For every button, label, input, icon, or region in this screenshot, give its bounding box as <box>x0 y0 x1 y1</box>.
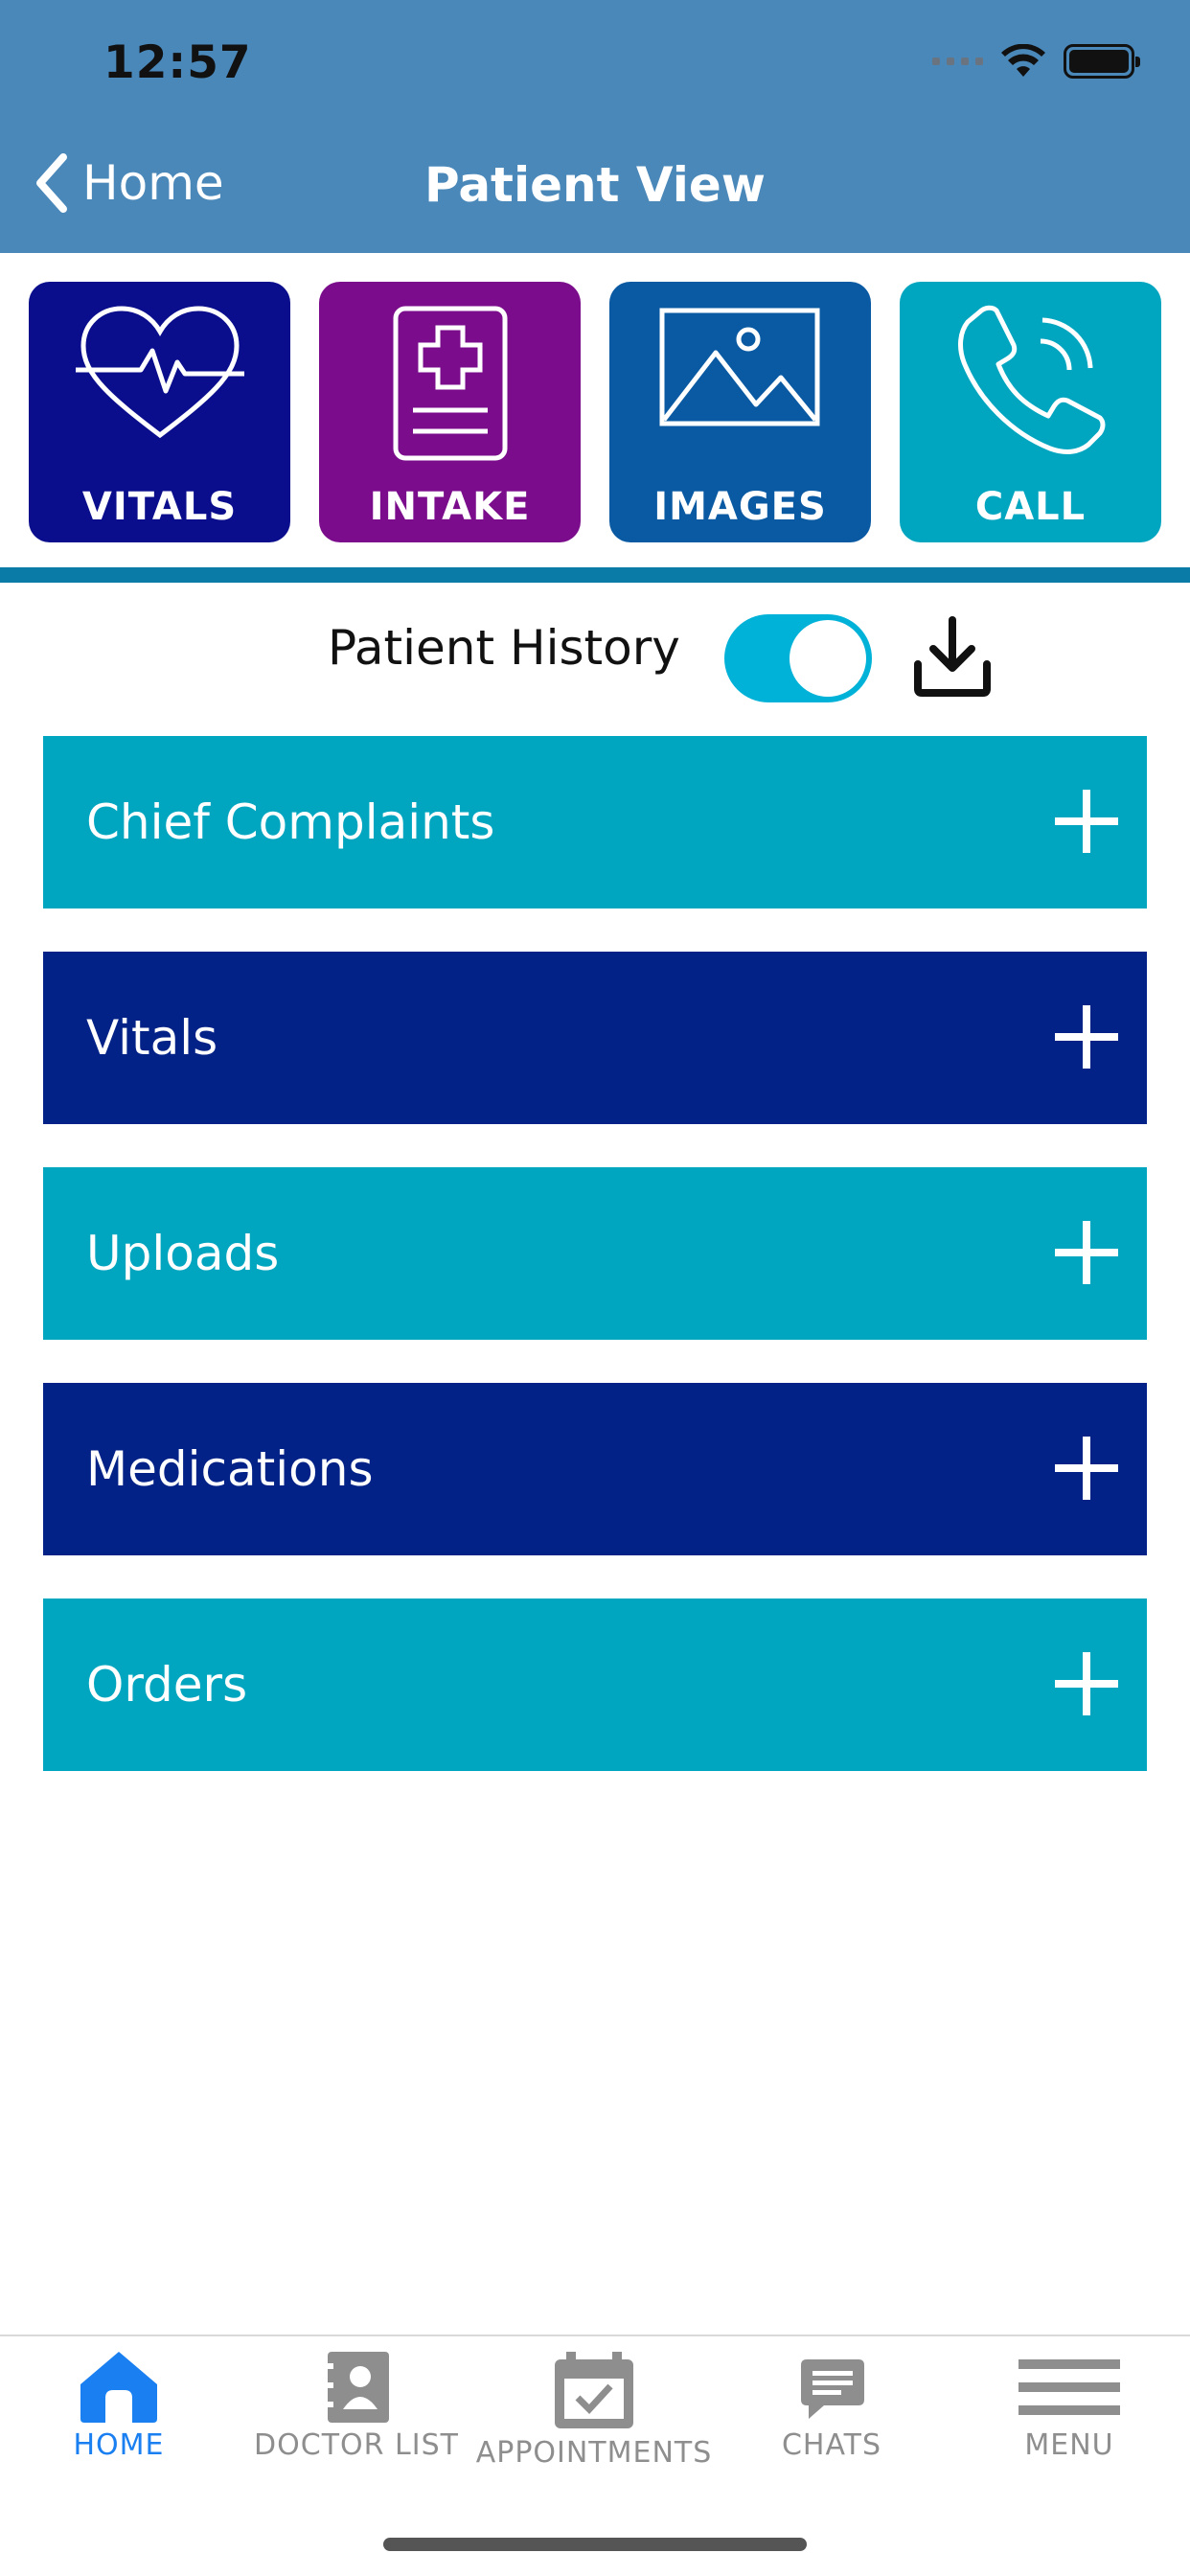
images-tile[interactable]: IMAGES <box>609 282 871 542</box>
tab-label: CHATS <box>781 2428 882 2462</box>
hamburger-menu-icon <box>1018 2359 1120 2415</box>
medical-form-icon <box>393 306 507 461</box>
chat-bubble-icon <box>801 2359 864 2419</box>
patient-history-row: Patient History <box>0 609 1190 704</box>
page-title: Patient View <box>424 157 766 213</box>
tab-label: APPOINTMENTS <box>475 2436 713 2470</box>
tab-doctor-list[interactable]: DOCTOR LIST <box>238 2350 475 2462</box>
plus-icon[interactable] <box>1055 1652 1118 1715</box>
section-label: Chief Complaints <box>86 794 495 850</box>
intake-tile[interactable]: INTAKE <box>319 282 581 542</box>
section-chief-complaints[interactable]: Chief Complaints <box>43 736 1147 908</box>
call-tile[interactable]: CALL <box>900 282 1161 542</box>
section-label: Medications <box>86 1441 374 1497</box>
section-divider <box>0 567 1190 583</box>
toggle-knob <box>790 620 866 697</box>
section-label: Vitals <box>86 1010 218 1066</box>
section-label: Uploads <box>86 1226 280 1281</box>
patient-view-screen: 12:57 Home Patient View VITALS INTAKE IM… <box>0 0 1190 2576</box>
plus-icon[interactable] <box>1055 1005 1118 1069</box>
plus-icon[interactable] <box>1055 1437 1118 1500</box>
section-uploads[interactable]: Uploads <box>43 1167 1147 1340</box>
tab-chats[interactable]: CHATS <box>713 2350 950 2462</box>
home-indicator <box>383 2538 807 2551</box>
tab-label: MENU <box>1024 2428 1114 2462</box>
vitals-tile-label: VITALS <box>81 485 238 529</box>
intake-tile-label: INTAKE <box>369 485 531 529</box>
plus-icon[interactable] <box>1055 790 1118 853</box>
section-vitals[interactable]: Vitals <box>43 952 1147 1124</box>
plus-icon[interactable] <box>1055 1221 1118 1284</box>
section-medications[interactable]: Medications <box>43 1383 1147 1555</box>
tab-label: HOME <box>73 2428 165 2462</box>
heart-pulse-icon <box>75 306 244 439</box>
tab-menu[interactable]: MENU <box>950 2350 1188 2462</box>
tab-label: DOCTOR LIST <box>254 2428 459 2462</box>
call-tile-label: CALL <box>974 485 1087 529</box>
status-indicators <box>932 42 1140 80</box>
battery-icon <box>1064 44 1140 79</box>
download-icon[interactable] <box>910 616 995 699</box>
image-icon <box>659 308 819 426</box>
cellular-signal-icon <box>932 58 983 65</box>
section-orders[interactable]: Orders <box>43 1598 1147 1771</box>
tab-home[interactable]: HOME <box>0 2350 238 2462</box>
header: 12:57 Home Patient View <box>0 0 1190 253</box>
phone-icon <box>957 305 1105 454</box>
vitals-tile[interactable]: VITALS <box>29 282 290 542</box>
patient-history-label: Patient History <box>328 620 680 676</box>
wifi-icon <box>1001 44 1045 77</box>
calendar-check-icon <box>555 2352 633 2428</box>
contacts-book-icon <box>320 2352 389 2423</box>
tab-appointments[interactable]: APPOINTMENTS <box>475 2350 713 2470</box>
home-icon <box>80 2352 157 2423</box>
patient-history-toggle[interactable] <box>724 614 872 702</box>
patient-sections: Chief Complaints Vitals Uploads Medicati… <box>43 736 1147 1814</box>
status-time: 12:57 <box>103 36 252 89</box>
images-tile-label: IMAGES <box>653 485 827 529</box>
quick-action-tiles: VITALS INTAKE IMAGES CALL <box>29 282 1161 542</box>
section-label: Orders <box>86 1657 248 1713</box>
